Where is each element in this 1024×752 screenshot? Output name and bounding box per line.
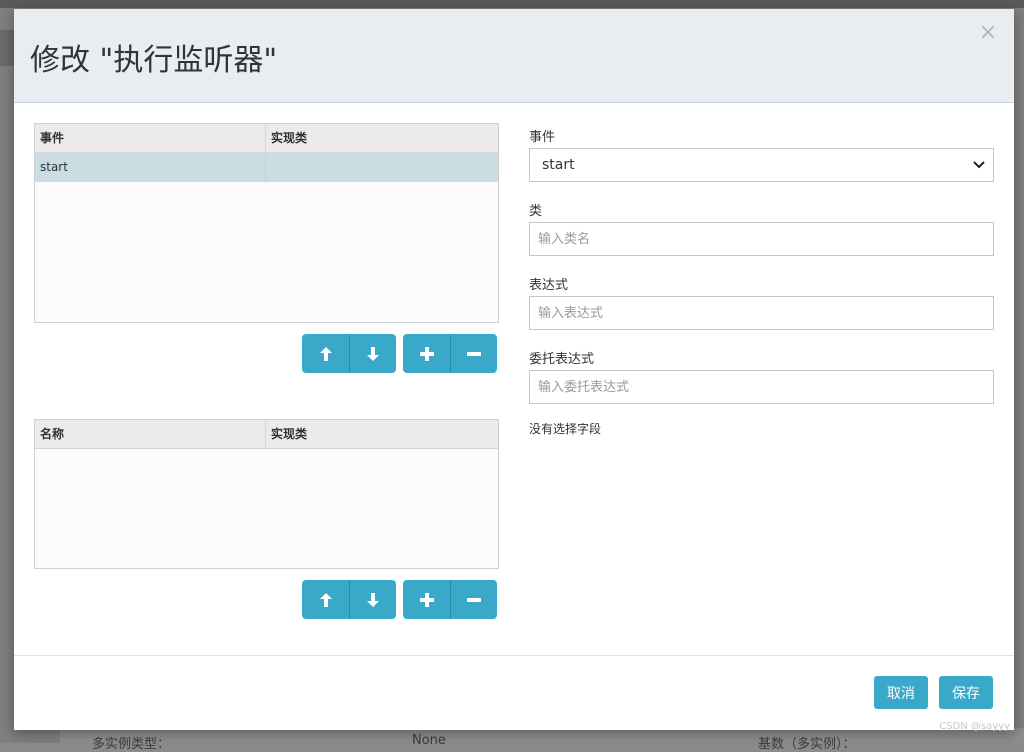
fields-table: 名称 实现类 (34, 419, 499, 569)
no-field-selected-text: 没有选择字段 (529, 422, 602, 436)
event-select[interactable]: start (529, 148, 994, 182)
background-toolbar-strip (0, 30, 14, 66)
remove-field-button[interactable] (450, 580, 497, 619)
delegate-expression-input[interactable] (529, 370, 994, 404)
column-header-impl-class[interactable]: 实现类 (266, 124, 498, 152)
background-value-none: None (412, 733, 446, 748)
plus-icon (419, 592, 434, 607)
fields-table-header: 名称 实现类 (35, 420, 498, 449)
dialog-title: 修改 "执行监听器" (30, 43, 278, 78)
background-property-row (60, 728, 1024, 743)
plus-icon (419, 346, 434, 361)
column-header-impl-class[interactable]: 实现类 (266, 420, 498, 448)
dialog-header: 修改 "执行监听器" × (14, 9, 1014, 103)
cell-impl-class (266, 153, 498, 182)
table-row[interactable]: start (35, 153, 498, 182)
watermark: CSDN @sayyy (939, 721, 1010, 732)
arrow-up-icon (319, 592, 332, 607)
background-topbar (0, 0, 1024, 8)
footer-divider (14, 655, 1014, 656)
event-select-value: start (542, 157, 575, 173)
cancel-button[interactable]: 取消 (874, 676, 928, 709)
expression-input[interactable] (529, 296, 994, 330)
class-input[interactable] (529, 222, 994, 256)
class-label: 类 (529, 204, 543, 219)
listeners-table: 事件 实现类 start (34, 123, 499, 323)
column-header-name[interactable]: 名称 (35, 420, 266, 448)
move-down-button[interactable] (349, 334, 396, 373)
close-icon[interactable]: × (978, 21, 998, 45)
arrow-up-icon (319, 346, 332, 361)
remove-listener-button[interactable] (450, 334, 497, 373)
minus-icon (467, 351, 481, 356)
fields-order-buttons (302, 580, 396, 619)
arrow-down-icon (367, 592, 379, 607)
save-button[interactable]: 保存 (939, 676, 993, 709)
expression-label: 表达式 (529, 278, 569, 293)
field-move-up-button[interactable] (302, 580, 349, 619)
chevron-down-icon (973, 161, 985, 169)
listeners-edit-buttons (403, 334, 497, 373)
listeners-order-buttons (302, 334, 396, 373)
execution-listener-dialog: 修改 "执行监听器" × 事件 实现类 start 名称 实现类 事件 star… (14, 9, 1014, 730)
fields-edit-buttons (403, 580, 497, 619)
field-move-down-button[interactable] (349, 580, 396, 619)
add-listener-button[interactable] (403, 334, 450, 373)
minus-icon (467, 597, 481, 602)
arrow-down-icon (367, 346, 379, 361)
column-header-event[interactable]: 事件 (35, 124, 266, 152)
add-field-button[interactable] (403, 580, 450, 619)
cell-event: start (35, 153, 266, 182)
listeners-table-header: 事件 实现类 (35, 124, 498, 153)
event-label: 事件 (529, 130, 556, 145)
move-up-button[interactable] (302, 334, 349, 373)
delegate-expression-label: 委托表达式 (529, 352, 595, 367)
